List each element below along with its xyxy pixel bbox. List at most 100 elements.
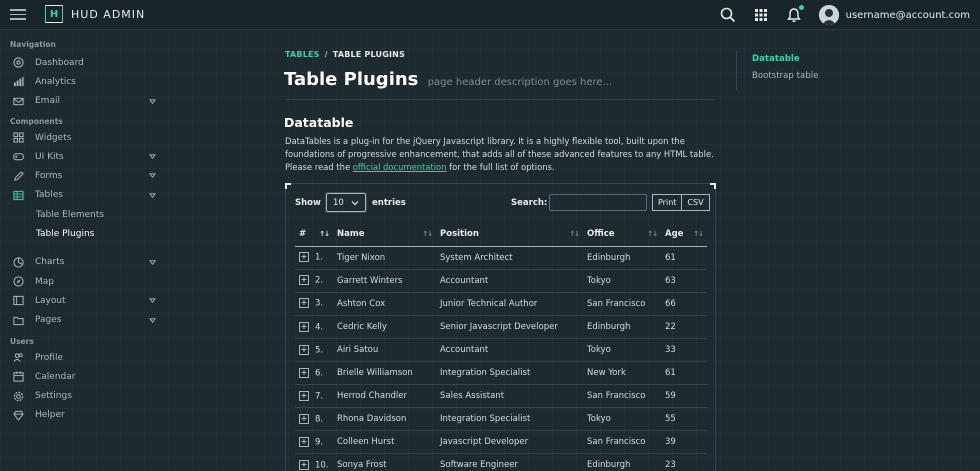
sidebar-item-profile[interactable]: Profile (0, 348, 165, 367)
page-subtitle: page header description goes here... (427, 77, 613, 88)
expand-row-icon[interactable]: + (299, 252, 309, 263)
official-documentation-link[interactable]: official documentation (353, 162, 447, 172)
sidebar-item-pages[interactable]: Pages (0, 311, 165, 330)
table-row[interactable]: +8. Rhona Davidson Integration Specialist T… (295, 407, 707, 432)
expand-row-icon[interactable]: + (299, 437, 309, 448)
cell-text: 39 (665, 437, 676, 448)
column-header-position[interactable]: Position ↑↓ (436, 222, 583, 247)
column-header-name[interactable]: Name ↑↓ (333, 222, 436, 247)
sidebar-item-email[interactable]: Email (0, 92, 165, 111)
csv-button[interactable]: CSV (682, 194, 710, 211)
menu-toggle-button[interactable] (10, 9, 26, 21)
chevron-down-icon (351, 199, 359, 207)
sidebar-subitem-table-plugins[interactable]: Table Plugins (0, 224, 165, 243)
breadcrumb-separator: / (324, 50, 328, 59)
cell-text: 23 (665, 460, 676, 471)
table-row[interactable]: +3. Ashton Cox Junior Technical Author San … (295, 292, 707, 316)
section-nav-bootstrap-table[interactable]: Bootstrap table (737, 67, 886, 84)
sidebar-item-label: Pages (35, 315, 62, 326)
description-text-end: for the full list of options. (446, 162, 555, 172)
sidebar-item-forms[interactable]: Forms (0, 166, 165, 185)
entries-length-select[interactable]: 10 (326, 193, 366, 212)
cell-text: Software Engineer (440, 460, 519, 471)
table-row[interactable]: +2. Garrett Winters Accountant Tokyo 63 (295, 269, 707, 293)
column-header-office[interactable]: Office ↑↓ (583, 222, 661, 247)
sidebar-item-layout[interactable]: Layout (0, 291, 165, 310)
breadcrumb-tables-link[interactable]: TABLES (285, 50, 320, 59)
nav-section-navigation: Navigation (10, 40, 56, 49)
table-cell: Edinburgh (583, 453, 661, 471)
table-cell: +4. (295, 315, 333, 339)
cell-text: 61 (665, 368, 676, 379)
table-controls: Show 10 entries Search: Print CSV (295, 193, 710, 213)
table-cell: Junior Technical Author (436, 292, 583, 316)
table-row[interactable]: +1. Tiger Nixon System Architect Edinburgh 6… (295, 246, 707, 270)
sidebar-item-map[interactable]: Map (0, 272, 165, 291)
table-cell: +2. (295, 269, 333, 293)
cell-text: 3. (315, 298, 324, 309)
sidebar-item-tables[interactable]: Tables (0, 186, 165, 205)
table-cell: 63 (661, 269, 707, 293)
search-icon[interactable] (720, 7, 736, 23)
expand-row-icon[interactable]: + (299, 367, 309, 378)
expand-row-icon[interactable]: + (299, 390, 309, 401)
print-button[interactable]: Print (652, 194, 683, 211)
sidebar-item-charts[interactable]: Charts (0, 253, 165, 272)
table-cell: 61 (661, 246, 707, 270)
sidebar-item-label: Dashboard (35, 57, 84, 68)
table-cell: San Francisco (583, 292, 661, 316)
sidebar-item-analytics[interactable]: Analytics (0, 72, 165, 91)
table-row[interactable]: +10. Sonya Frost Software Engineer Edinburg… (295, 453, 707, 471)
cell-text: Tokyo (587, 344, 611, 355)
bell-icon[interactable] (786, 5, 804, 23)
username-label[interactable]: username@account.com (846, 10, 970, 21)
table-row[interactable]: +6. Brielle Williamson Integration Special… (295, 361, 707, 386)
sidebar-item-settings[interactable]: Settings (0, 386, 165, 405)
sidebar-item-label: Calendar (35, 371, 76, 382)
table-cell: Integration Specialist (436, 407, 583, 432)
expand-row-icon[interactable]: + (299, 413, 309, 424)
cell-text: Accountant (440, 344, 489, 355)
expand-row-icon[interactable]: + (299, 460, 309, 471)
table-row[interactable]: +9. Colleen Hurst Javascript Developer San … (295, 430, 707, 455)
app-name: HUD ADMIN (71, 7, 146, 21)
logo[interactable]: H HUD ADMIN (45, 5, 145, 23)
entries-label: entries (372, 198, 406, 208)
expand-row-icon[interactable]: + (299, 344, 309, 355)
sidebar-item-helper[interactable]: Helper (0, 406, 165, 425)
table-row[interactable]: +4. Cedric Kelly Senior Javascript Develop… (295, 315, 707, 339)
cell-text: 6. (315, 368, 324, 379)
avatar[interactable] (818, 5, 839, 25)
table-cell: +7. (295, 384, 333, 409)
datatable-card: Show 10 entries Search: Print CSV # ↑↓ Na… (285, 183, 716, 471)
expand-row-icon[interactable]: + (299, 275, 309, 286)
sidebar-subitem-table-elements[interactable]: Table Elements (0, 205, 165, 224)
apps-grid-icon[interactable] (753, 7, 769, 23)
cell-text: 33 (665, 344, 676, 355)
sidebar-item-label: Profile (35, 352, 63, 363)
table-cell: +6. (295, 361, 333, 386)
sort-icon: ↑↓ (569, 230, 580, 238)
cell-text: Edinburgh (587, 460, 631, 471)
gauge-icon (13, 57, 24, 68)
cell-text: Airi Satou (337, 344, 379, 355)
expand-row-icon[interactable]: + (299, 321, 309, 332)
section-nav-datatable[interactable]: Datatable (737, 50, 886, 67)
folder-icon (13, 315, 24, 326)
sidebar-item-widgets[interactable]: Widgets (0, 128, 165, 147)
sidebar-item-dashboard[interactable]: Dashboard (0, 53, 165, 72)
table-cell: Edinburgh (583, 246, 661, 270)
sidebar-item-label: Helper (35, 410, 65, 421)
column-header-age[interactable]: Age ↑↓ (661, 222, 707, 247)
cell-text: Brielle Williamson (337, 368, 413, 379)
sidebar-item-ui-kits[interactable]: UI Kits (0, 147, 165, 166)
search-input[interactable] (549, 194, 647, 211)
table-row[interactable]: +5. Airi Satou Accountant Tokyo 33 (295, 338, 707, 362)
column-header-index[interactable]: # ↑↓ (295, 222, 333, 247)
table-cell: Accountant (436, 269, 583, 293)
expand-row-icon[interactable]: + (299, 298, 309, 309)
sidebar-item-calendar[interactable]: Calendar (0, 367, 165, 386)
cell-text: San Francisco (587, 298, 646, 309)
table-cell: Ashton Cox (333, 292, 436, 316)
table-row[interactable]: +7. Herrod Chandler Sales Assistant San Fra… (295, 384, 707, 409)
